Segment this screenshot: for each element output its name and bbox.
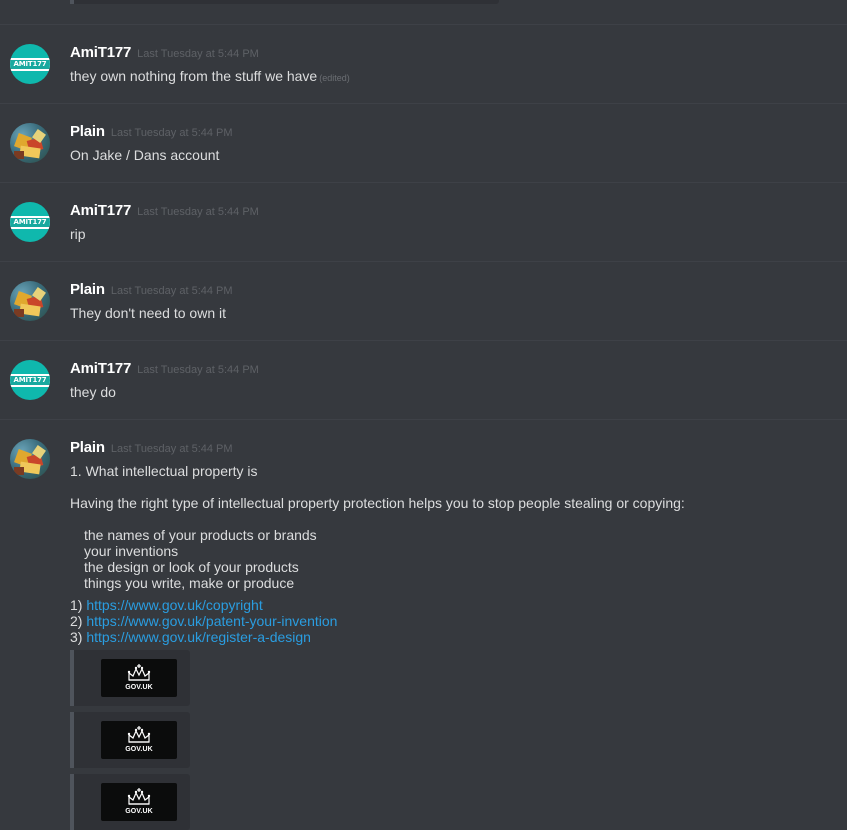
link-patent-your-invention[interactable]: https://www.gov.uk/patent-your-invention xyxy=(86,613,337,629)
message-divider xyxy=(0,419,847,420)
previous-embed xyxy=(70,0,499,4)
list-item: the design or look of your products xyxy=(84,559,299,575)
link-prefix: 3) xyxy=(70,629,87,645)
message-divider xyxy=(0,340,847,341)
timestamp: Last Tuesday at 5:44 PM xyxy=(110,443,233,455)
govuk-logo: GOV.UK xyxy=(101,783,177,821)
avatar[interactable] xyxy=(10,123,50,163)
avatar[interactable] xyxy=(10,281,50,321)
username[interactable]: AmiT177 xyxy=(70,360,131,377)
edited-label: (edited) xyxy=(319,73,350,83)
message-divider xyxy=(0,103,847,104)
link-prefix: 1) xyxy=(70,597,87,613)
avatar[interactable]: AMIT177 xyxy=(10,202,50,242)
username[interactable]: Plain xyxy=(70,439,105,456)
timestamp: Last Tuesday at 5:44 PM xyxy=(110,285,233,297)
message-header: AmiT177 Last Tuesday at 5:44 PM xyxy=(70,202,259,220)
govuk-logo-text: GOV.UK xyxy=(125,684,153,691)
timestamp: Last Tuesday at 5:44 PM xyxy=(137,364,259,376)
message-text: rip xyxy=(70,226,86,242)
link-embed[interactable]: GOV.UK xyxy=(70,774,190,830)
chat-messages: AMIT177 AmiT177 Last Tuesday at 5:44 PM t… xyxy=(0,0,847,830)
list-item: your inventions xyxy=(84,543,179,559)
message-divider xyxy=(0,182,847,183)
avatar[interactable] xyxy=(10,439,50,479)
message-divider xyxy=(0,24,847,25)
message-header: Plain Last Tuesday at 5:44 PM xyxy=(70,439,233,457)
link-prefix: 2) xyxy=(70,613,87,629)
link-embed[interactable]: GOV.UK xyxy=(70,712,190,768)
avatar-text: AMIT177 xyxy=(10,376,50,385)
list-item: things you write, make or produce xyxy=(84,575,295,591)
message-text: They don't need to own it xyxy=(70,305,226,321)
timestamp: Last Tuesday at 5:44 PM xyxy=(137,206,259,218)
link-line: 2) https://www.gov.uk/patent-your-invent… xyxy=(70,613,337,629)
govuk-logo: GOV.UK xyxy=(101,721,177,759)
username[interactable]: Plain xyxy=(70,281,105,298)
username[interactable]: AmiT177 xyxy=(70,202,131,219)
link-copyright[interactable]: https://www.gov.uk/copyright xyxy=(86,597,262,613)
link-register-a-design[interactable]: https://www.gov.uk/register-a-design xyxy=(86,629,311,645)
timestamp: Last Tuesday at 5:44 PM xyxy=(137,48,259,60)
avatar-text: AMIT177 xyxy=(10,60,50,69)
timestamp: Last Tuesday at 5:44 PM xyxy=(110,127,233,139)
avatar[interactable]: AMIT177 xyxy=(10,360,50,400)
avatar[interactable]: AMIT177 xyxy=(10,44,50,84)
crown-icon xyxy=(127,664,151,681)
message-heading: 1. What intellectual property is xyxy=(70,463,258,479)
message-divider xyxy=(0,261,847,262)
link-line: 3) https://www.gov.uk/register-a-design xyxy=(70,629,311,645)
message-text: they do xyxy=(70,384,116,400)
govuk-logo: GOV.UK xyxy=(101,659,177,697)
list-item: the names of your products or brands xyxy=(84,527,317,543)
message-intro: Having the right type of intellectual pr… xyxy=(70,495,685,511)
message-text: they own nothing from the stuff we have xyxy=(70,68,318,84)
username[interactable]: AmiT177 xyxy=(70,44,131,61)
message-content: they own nothing from the stuff we have(… xyxy=(70,68,350,84)
link-line: 1) https://www.gov.uk/copyright xyxy=(70,597,263,613)
crown-icon xyxy=(127,726,151,743)
message-header: AmiT177 Last Tuesday at 5:44 PM xyxy=(70,44,259,62)
username[interactable]: Plain xyxy=(70,123,105,140)
link-embed[interactable]: GOV.UK xyxy=(70,650,190,706)
message-header: AmiT177 Last Tuesday at 5:44 PM xyxy=(70,360,259,378)
message-header: Plain Last Tuesday at 5:44 PM xyxy=(70,281,233,299)
message-text: On Jake / Dans account xyxy=(70,147,220,163)
message-header: Plain Last Tuesday at 5:44 PM xyxy=(70,123,233,141)
avatar-text: AMIT177 xyxy=(10,218,50,227)
govuk-logo-text: GOV.UK xyxy=(125,808,153,815)
crown-icon xyxy=(127,788,151,805)
govuk-logo-text: GOV.UK xyxy=(125,746,153,753)
